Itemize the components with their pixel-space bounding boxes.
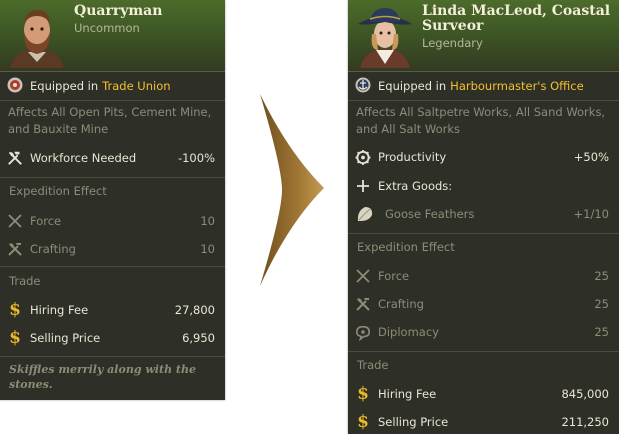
equipped-in-row: Equipped in Trade Union — [0, 73, 225, 99]
effect-row-extra-goods: Extra Goods: — [348, 176, 619, 196]
tools-icon — [7, 241, 23, 257]
divider — [348, 100, 619, 101]
effect-value: +1/10 — [573, 207, 609, 221]
trade-value: 27,800 — [174, 303, 215, 317]
trade-row-hiring-fee: $ Hiring Fee 27,800 — [0, 300, 225, 320]
trade-union-icon — [7, 77, 23, 96]
trade-row-selling-price: $ Selling Price 211,250 — [348, 412, 619, 432]
quarryman-portrait — [10, 10, 64, 68]
divider — [348, 351, 619, 352]
trade-row-hiring-fee: $ Hiring Fee 845,000 — [348, 384, 619, 404]
expedition-value: 25 — [594, 269, 609, 283]
equipped-location: Trade Union — [102, 79, 171, 93]
effect-row-goose-feathers: Goose Feathers +1/10 — [348, 204, 619, 224]
expedition-value: 10 — [200, 242, 215, 256]
effect-row-workforce: Workforce Needed -100% — [0, 148, 225, 168]
transition-arrow-icon — [260, 94, 324, 286]
divider — [0, 177, 225, 178]
effect-label: Workforce Needed — [30, 151, 137, 165]
trade-label: Selling Price — [30, 331, 101, 345]
expedition-value: 25 — [594, 325, 609, 339]
hammer-pick-icon — [7, 150, 23, 166]
plus-icon — [355, 178, 371, 194]
expedition-label: Crafting — [30, 242, 76, 256]
linda-macleod-portrait — [358, 8, 412, 68]
dollar-icon: $ — [357, 412, 369, 432]
dollar-icon: $ — [9, 300, 21, 320]
affects-text: Affects All Open Pits, Cement Mine, and … — [8, 105, 212, 136]
dollar-icon: $ — [357, 384, 369, 404]
speech-bubble-icon — [355, 324, 371, 341]
trade-value: 6,950 — [182, 331, 215, 345]
crossed-swords-icon — [7, 213, 23, 229]
divider — [0, 100, 225, 101]
expedition-row-diplomacy: Diplomacy 25 — [348, 322, 619, 342]
expedition-value: 25 — [594, 297, 609, 311]
tools-icon — [355, 296, 371, 312]
divider — [348, 233, 619, 234]
crossed-swords-icon — [355, 268, 371, 284]
card-header: Linda MacLeod, Coastal Surveor Legendary — [348, 0, 619, 72]
expedition-label: Force — [378, 269, 410, 283]
expedition-row-force: Force 10 — [0, 211, 225, 231]
trade-label: Selling Price — [378, 415, 449, 429]
divider — [0, 266, 225, 267]
rarity-label: Legendary — [422, 36, 483, 50]
expedition-label: Diplomacy — [378, 325, 439, 339]
equipped-in-row: Equipped in Harbourmaster's Office — [348, 73, 619, 99]
goose-feather-icon — [355, 206, 375, 222]
expedition-row-force: Force 25 — [348, 266, 619, 286]
expedition-label: Crafting — [378, 297, 424, 311]
equipped-location: Harbourmaster's Office — [450, 79, 584, 93]
expedition-section-title: Expedition Effect — [9, 184, 107, 198]
specialist-tooltip-quarryman: Quarryman Uncommon Equipped in Trade Uni… — [0, 0, 225, 400]
expedition-value: 10 — [200, 214, 215, 228]
trade-value: 845,000 — [561, 387, 609, 401]
equipped-prefix: Equipped in — [378, 79, 447, 93]
expedition-label: Force — [30, 214, 62, 228]
equipped-prefix: Equipped in — [30, 79, 99, 93]
effect-label: Goose Feathers — [385, 207, 475, 221]
expedition-row-crafting: Crafting 10 — [0, 239, 225, 259]
specialist-tooltip-linda-macleod: Linda MacLeod, Coastal Surveor Legendary… — [348, 0, 619, 434]
gear-icon — [355, 149, 371, 165]
effect-label: Extra Goods: — [378, 179, 453, 193]
flavor-text: Skiffles merrily along with the stones. — [9, 363, 196, 391]
trade-section-title: Trade — [9, 274, 41, 288]
effect-label: Productivity — [378, 150, 447, 164]
divider — [0, 356, 225, 357]
trade-row-selling-price: $ Selling Price 6,950 — [0, 328, 225, 348]
trade-section-title: Trade — [357, 358, 389, 372]
specialist-name: Linda MacLeod, Coastal Surveor — [422, 3, 611, 34]
effect-row-productivity: Productivity +50% — [348, 147, 619, 167]
expedition-section-title: Expedition Effect — [357, 240, 455, 254]
anchor-emblem-icon — [355, 77, 371, 96]
effect-value: -100% — [177, 151, 215, 165]
specialist-name: Quarryman — [74, 3, 163, 19]
effect-value: +50% — [573, 150, 609, 164]
trade-value: 211,250 — [561, 415, 609, 429]
trade-label: Hiring Fee — [378, 387, 437, 401]
affects-text: Affects All Saltpetre Works, All Sand Wo… — [356, 105, 606, 136]
dollar-icon: $ — [9, 328, 21, 348]
rarity-label: Uncommon — [74, 21, 140, 35]
expedition-row-crafting: Crafting 25 — [348, 294, 619, 314]
card-header: Quarryman Uncommon — [0, 0, 225, 72]
trade-label: Hiring Fee — [30, 303, 89, 317]
